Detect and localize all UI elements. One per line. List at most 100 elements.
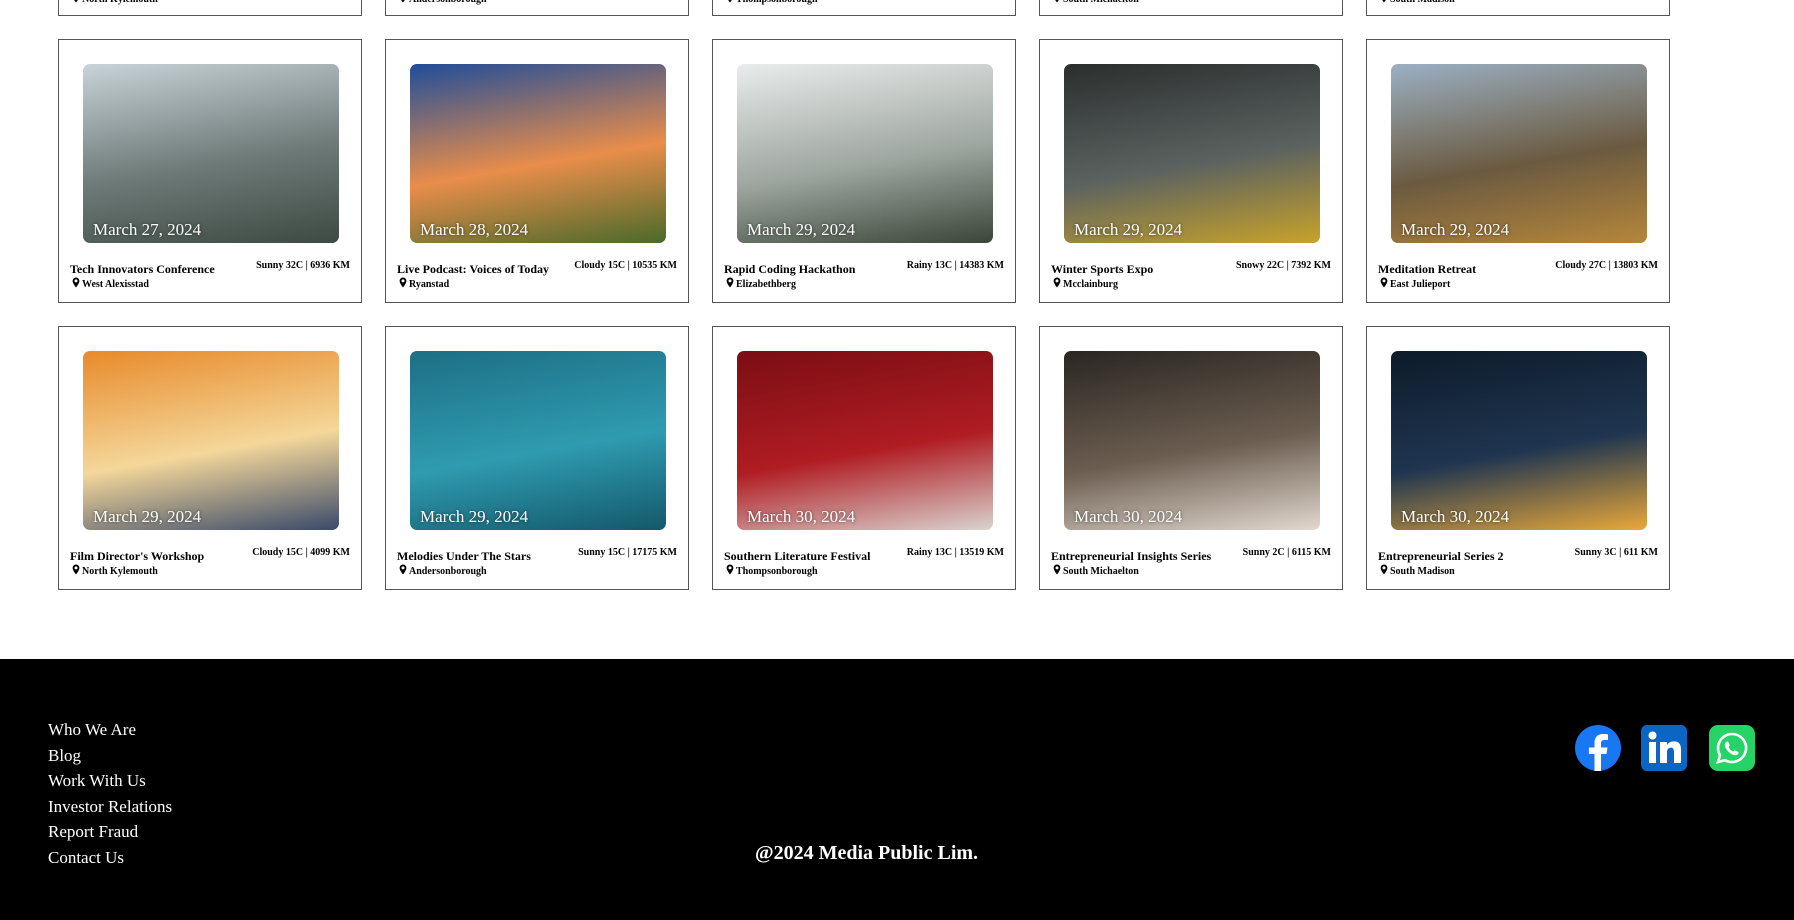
event-title: Southern Literature Festival <box>724 549 871 563</box>
event-date: March 29, 2024 <box>93 507 202 526</box>
event-card-partial[interactable]: South Michaelton <box>1039 0 1343 16</box>
event-title: Tech Innovators Conference <box>70 262 215 276</box>
location-pin-icon <box>1380 0 1388 6</box>
event-location: North Kylemouth <box>72 0 158 6</box>
event-location-label: Andersonborough <box>409 565 487 577</box>
footer-links: Who We Are Blog Work With Us Investor Relat… <box>48 717 172 871</box>
event-card[interactable]: March 29, 2024 Meditation Retreat Cloudy 2… <box>1366 39 1670 303</box>
event-location: North Kylemouth <box>72 564 158 578</box>
event-location-label: Ryanstad <box>409 278 450 290</box>
event-card-partial[interactable]: North Kylemouth <box>58 0 362 16</box>
footer-link[interactable]: Who We Are <box>48 717 172 743</box>
event-card-partial[interactable]: South Madison <box>1366 0 1670 16</box>
event-card-partial[interactable]: Thompsonborough <box>712 0 1016 16</box>
event-title: Meditation Retreat <box>1378 262 1477 276</box>
event-location-label: South Madison <box>1390 0 1455 5</box>
event-date: March 29, 2024 <box>747 220 856 239</box>
event-card[interactable]: March 28, 2024 Live Podcast: Voices of To… <box>385 39 689 303</box>
location-pin-icon <box>726 0 734 6</box>
event-location-label: Thompsonborough <box>736 565 818 577</box>
event-title: Live Podcast: Voices of Today <box>397 262 550 276</box>
event-location-label: Thompsonborough <box>736 0 818 5</box>
event-date: March 29, 2024 <box>420 507 529 526</box>
event-weather-distance: Snowy 22C | 7392 KM <box>1236 260 1331 271</box>
event-title: Winter Sports Expo <box>1051 262 1154 276</box>
event-location: Andersonborough <box>399 0 487 6</box>
event-date: March 30, 2024 <box>1401 507 1510 526</box>
event-card[interactable]: March 29, 2024 Melodies Under The Stars Su… <box>385 326 689 590</box>
event-location: South Michaelton <box>1053 564 1139 578</box>
event-location-label: Andersonborough <box>409 0 487 5</box>
event-location: Thompsonborough <box>726 564 818 578</box>
event-weather-distance: Rainy 13C | 14383 KM <box>906 260 1004 271</box>
event-card[interactable]: March 29, 2024 Film Director's Workshop Cl… <box>58 326 362 590</box>
event-location: Ryanstad <box>399 277 449 291</box>
concert-crowd-photo: March 30, 2024 <box>1064 351 1320 530</box>
hot-air-balloons-photo: March 28, 2024 <box>410 64 666 243</box>
event-weather-distance: Sunny 3C | 611 KM <box>1574 547 1658 558</box>
event-location: West Alexisstad <box>72 277 149 291</box>
event-location-label: Elizabethberg <box>736 278 796 290</box>
hikers-mountain-photo: March 29, 2024 <box>1391 64 1647 243</box>
location-pin-icon <box>399 564 407 578</box>
event-title: Melodies Under The Stars <box>397 549 531 563</box>
event-date: March 30, 2024 <box>747 507 856 526</box>
location-pin-icon <box>72 564 80 578</box>
event-location-label: Mcclainburg <box>1063 278 1118 290</box>
events-row-partial: North Kylemouth Andersonborough Thompsonbo… <box>58 0 1670 16</box>
events-row-1: March 27, 2024 Tech Innovators Conference… <box>58 39 1670 303</box>
event-location-label: West Alexisstad <box>82 278 149 290</box>
event-location: Thompsonborough <box>726 0 818 6</box>
footer-link[interactable]: Contact Us <box>48 845 172 871</box>
mime-clapperboard-photo: March 30, 2024 <box>737 351 993 530</box>
location-pin-icon <box>72 0 80 6</box>
kayak-canyon-photo: March 29, 2024 <box>1064 64 1320 243</box>
event-card[interactable]: March 30, 2024 Entrepreneurial Series 2 Su… <box>1366 326 1670 590</box>
night-tent-photo: March 30, 2024 <box>1391 351 1647 530</box>
event-weather-distance: Cloudy 27C | 13803 KM <box>1555 260 1658 271</box>
event-location: Elizabethberg <box>726 277 796 291</box>
event-location: South Madison <box>1380 0 1455 6</box>
location-pin-icon <box>1053 0 1061 6</box>
event-card-partial[interactable]: Andersonborough <box>385 0 689 16</box>
event-title: Rapid Coding Hackathon <box>724 262 856 276</box>
event-card[interactable]: March 27, 2024 Tech Innovators Conference… <box>58 39 362 303</box>
location-pin-icon <box>1380 564 1388 578</box>
event-date: March 29, 2024 <box>1074 220 1183 239</box>
location-pin-icon <box>1053 277 1061 291</box>
footer-link[interactable]: Work With Us <box>48 768 172 794</box>
event-card[interactable]: March 29, 2024 Rapid Coding Hackathon Rain… <box>712 39 1016 303</box>
event-location: East Julieport <box>1380 277 1450 291</box>
event-location-label: South Michaelton <box>1063 0 1139 5</box>
facebook-icon[interactable] <box>1575 725 1621 776</box>
tent-camper-photo: March 29, 2024 <box>83 351 339 530</box>
event-weather-distance: Sunny 2C | 6115 KM <box>1242 547 1331 558</box>
event-weather-distance: Cloudy 15C | 4099 KM <box>252 547 350 558</box>
event-card[interactable]: March 30, 2024 Southern Literature Festiv… <box>712 326 1016 590</box>
mountain-biker-photo: March 29, 2024 <box>737 64 993 243</box>
event-weather-distance: Sunny 32C | 6936 KM <box>256 260 350 271</box>
footer-link[interactable]: Report Fraud <box>48 819 172 845</box>
location-pin-icon <box>399 277 407 291</box>
location-pin-icon <box>399 0 407 6</box>
event-weather-distance: Sunny 15C | 17175 KM <box>578 547 677 558</box>
event-location-label: East Julieport <box>1390 278 1451 290</box>
linkedin-icon[interactable] <box>1641 725 1687 776</box>
footer-link[interactable]: Investor Relations <box>48 794 172 820</box>
kayak-aerial-photo: March 29, 2024 <box>410 351 666 530</box>
location-pin-icon <box>1380 277 1388 291</box>
site-footer: Who We Are Blog Work With Us Investor Relat… <box>0 659 1794 920</box>
event-card[interactable]: March 29, 2024 Winter Sports Expo Snowy 22… <box>1039 39 1343 303</box>
event-location-label: North Kylemouth <box>82 0 158 5</box>
whatsapp-icon[interactable] <box>1709 725 1755 776</box>
event-date: March 27, 2024 <box>93 220 202 239</box>
event-card[interactable]: March 30, 2024 Entrepreneurial Insights S… <box>1039 326 1343 590</box>
event-location-label: South Madison <box>1390 565 1455 577</box>
event-title: Film Director's Workshop <box>70 549 205 563</box>
event-weather-distance: Rainy 13C | 13519 KM <box>906 547 1004 558</box>
footer-link[interactable]: Blog <box>48 743 172 769</box>
event-date: March 28, 2024 <box>420 220 529 239</box>
mountain-fjord-photo: March 27, 2024 <box>83 64 339 243</box>
events-row-2: March 29, 2024 Film Director's Workshop Cl… <box>58 326 1670 590</box>
location-pin-icon <box>72 277 80 291</box>
